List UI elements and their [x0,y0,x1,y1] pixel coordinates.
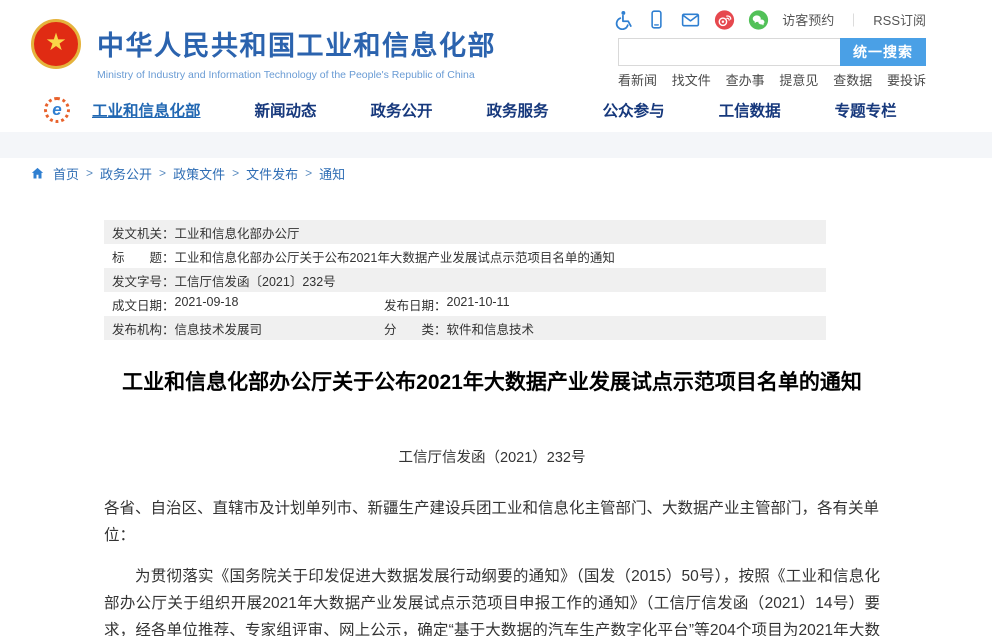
search-input[interactable] [618,38,840,66]
topbar: 访客预约 ｜ RSS订阅 [612,9,926,30]
rss-subscribe-link[interactable]: RSS订阅 [873,10,926,29]
miit-e-logo-icon: e [44,97,70,123]
nav-item-gov-open[interactable]: 政务公开 [371,99,433,121]
national-emblem-logo: ★ [28,16,84,72]
breadcrumb-gov-open[interactable]: 政务公开 [100,164,152,183]
weibo-icon[interactable] [714,9,735,30]
quick-link-data[interactable]: 查数据 [833,70,872,89]
breadcrumb-separator: > [305,166,312,180]
meta-value: 软件和信息技术 [447,319,535,338]
meta-label: 发布日期： [384,295,447,314]
breadcrumb-separator: > [232,166,239,180]
quick-links: 看新闻 找文件 查办事 提意见 查数据 要投诉 [618,70,926,89]
meta-label: 成文日期： [112,295,175,314]
meta-value: 工业和信息化部办公厅关于公布2021年大数据产业发展试点示范项目名单的通知 [175,247,615,266]
meta-row-publisher-category: 发布机构： 信息技术发展司 分 类： 软件和信息技术 [104,316,826,340]
meta-row-dates: 成文日期： 2021-09-18 发布日期： 2021-10-11 [104,292,826,316]
meta-row-doc-number: 发文字号： 工信厅信发函〔2021〕232号 [104,268,826,292]
nav-item-data[interactable]: 工信数据 [719,99,781,121]
meta-value: 信息技术发展司 [175,319,263,338]
breadcrumb: 首页 > 政务公开 > 政策文件 > 文件发布 > 通知 [0,162,992,184]
meta-value: 工信厅信发函〔2021〕232号 [175,271,336,290]
nav-item-gov-services[interactable]: 政务服务 [487,99,549,121]
meta-label: 标 题： [112,247,175,266]
meta-label: 发布机构： [112,319,175,338]
meta-value: 2021-10-11 [447,295,510,314]
nav-item-participation[interactable]: 公众参与 [603,99,665,121]
emblem-star-icon: ★ [45,31,67,55]
main-nav: e 工业和信息化部 新闻动态 政务公开 政务服务 公众参与 工信数据 专题专栏 [0,88,992,132]
visitor-appointment-link[interactable]: 访客预约 [782,10,834,29]
site-search: 统一搜索 [618,38,926,66]
search-button[interactable]: 统一搜索 [840,38,926,66]
document-body-paragraph: 为贯彻落实《国务院关于印发促进大数据发展行动纲要的通知》（国发（2015）50号… [104,563,880,636]
breadcrumb-separator: > [159,166,166,180]
document-meta-table: 发文机关： 工业和信息化部办公厅 标 题： 工业和信息化部办公厅关于公布2021… [104,220,826,340]
mail-icon[interactable] [680,9,701,30]
breadcrumb-notice[interactable]: 通知 [319,164,345,183]
document-content: 发文机关： 工业和信息化部办公厅 标 题： 工业和信息化部办公厅关于公布2021… [104,220,880,636]
accessibility-icon[interactable] [612,9,633,30]
meta-row-issuing-agency: 发文机关： 工业和信息化部办公厅 [104,220,826,244]
meta-label: 分 类： [384,319,447,338]
document-reference-number: 工信厅信发函（2021）232号 [104,446,880,467]
meta-row-title: 标 题： 工业和信息化部办公厅关于公布2021年大数据产业发展试点示范项目名单的… [104,244,826,268]
quick-link-suggest[interactable]: 提意见 [779,70,818,89]
breadcrumb-policy-files[interactable]: 政策文件 [173,164,225,183]
meta-value: 工业和信息化部办公厅 [175,223,300,242]
home-icon[interactable] [30,166,45,181]
nav-divider-band [0,132,992,158]
breadcrumb-separator: > [86,166,93,180]
nav-item-topics[interactable]: 专题专栏 [835,99,897,121]
meta-value: 2021-09-18 [175,295,239,314]
quick-link-files[interactable]: 找文件 [672,70,711,89]
meta-label: 发文机关： [112,223,175,242]
nav-item-news[interactable]: 新闻动态 [255,99,317,121]
site-header: ★ 中华人民共和国工业和信息化部 Ministry of Industry an… [0,0,992,88]
quick-link-news[interactable]: 看新闻 [618,70,657,89]
document-salutation: 各省、自治区、直辖市及计划单列市、新疆生产建设兵团工业和信息化主管部门、大数据产… [104,495,880,549]
brand-home-link[interactable]: ★ 中华人民共和国工业和信息化部 Ministry of Industry an… [28,16,496,81]
site-title: 中华人民共和国工业和信息化部 [97,24,496,63]
document-title: 工业和信息化部办公厅关于公布2021年大数据产业发展试点示范项目名单的通知 [104,370,880,396]
topbar-separator: ｜ [847,10,860,29]
site-subtitle: Ministry of Industry and Information Tec… [97,69,496,81]
quick-link-complaint[interactable]: 要投诉 [887,70,926,89]
breadcrumb-home[interactable]: 首页 [53,164,79,183]
meta-label: 发文字号： [112,271,175,290]
wechat-icon[interactable] [748,9,769,30]
mobile-icon[interactable] [646,9,667,30]
quick-link-services[interactable]: 查办事 [726,70,765,89]
breadcrumb-file-release[interactable]: 文件发布 [246,164,298,183]
nav-item-miit[interactable]: 工业和信息化部 [92,99,201,121]
